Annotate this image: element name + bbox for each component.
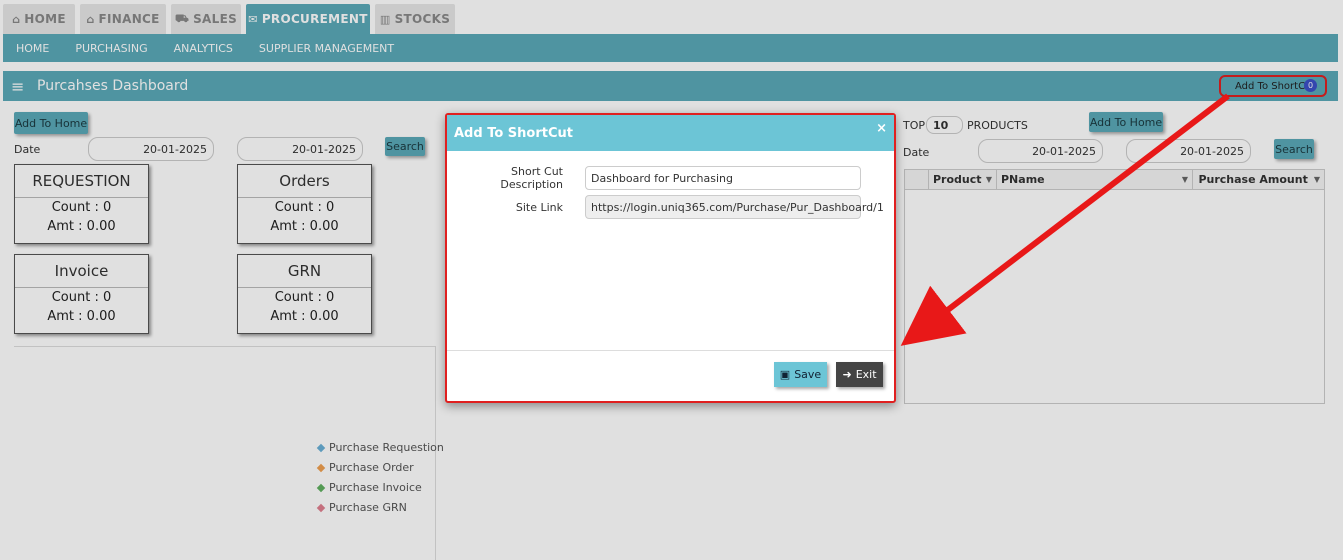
annotation-arrow [900,93,1230,346]
arrow-line [900,93,1230,346]
